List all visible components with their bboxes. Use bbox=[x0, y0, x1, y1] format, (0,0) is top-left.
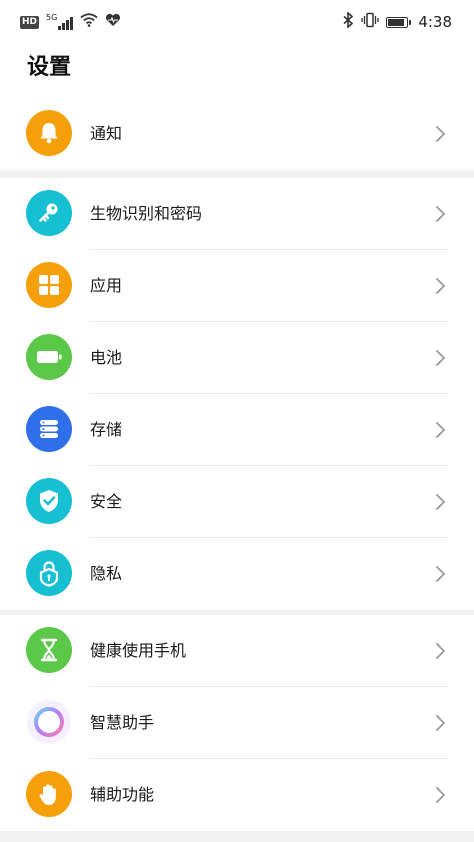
chevron-right-icon bbox=[432, 493, 448, 511]
settings-item-label: 通知 bbox=[90, 124, 123, 143]
settings-item[interactable]: 安全 bbox=[0, 466, 474, 538]
settings-item[interactable]: 生物识别和密码 bbox=[0, 178, 474, 250]
settings-item[interactable]: 智慧助手 bbox=[0, 687, 474, 759]
settings-item-label: 安全 bbox=[90, 492, 123, 511]
settings-item-label: 辅助功能 bbox=[90, 785, 155, 804]
settings-group: 健康使用手机 智慧助手辅助功能 bbox=[0, 615, 474, 831]
chevron-right-icon bbox=[432, 277, 448, 295]
settings-item[interactable]: 电池 bbox=[0, 322, 474, 394]
network-type-label: 5G bbox=[46, 13, 58, 22]
wifi-icon bbox=[80, 13, 98, 31]
settings-item[interactable]: 辅助功能 bbox=[0, 759, 474, 831]
privacy-lock-icon bbox=[26, 550, 72, 596]
chevron-right-icon bbox=[432, 205, 448, 223]
settings-item[interactable]: 存储 bbox=[0, 394, 474, 466]
settings-group: 生物识别和密码 应用电池存储安全隐私 bbox=[0, 178, 474, 610]
battery-status-icon bbox=[386, 16, 412, 28]
clock-time: 4:38 bbox=[418, 13, 452, 31]
health-heart-icon bbox=[105, 13, 121, 31]
settings-item[interactable]: 通知 bbox=[0, 98, 474, 170]
chevron-right-icon bbox=[432, 125, 448, 143]
settings-item-label: 智慧助手 bbox=[90, 713, 155, 732]
settings-item-label: 健康使用手机 bbox=[90, 641, 187, 660]
settings-item-label: 电池 bbox=[90, 348, 123, 367]
chevron-right-icon bbox=[432, 421, 448, 439]
cellular-signal-icon: 5G bbox=[46, 13, 74, 30]
storage-icon bbox=[26, 406, 72, 452]
settings-item[interactable]: 隐私 bbox=[0, 538, 474, 610]
status-bar: HD 5G 4:38 bbox=[0, 0, 474, 44]
status-bar-right: 4:38 bbox=[343, 11, 452, 32]
hourglass-icon bbox=[26, 627, 72, 673]
bluetooth-icon bbox=[343, 11, 354, 32]
group-separator bbox=[0, 831, 474, 842]
bell-icon bbox=[26, 110, 72, 156]
chevron-right-icon bbox=[432, 714, 448, 732]
chevron-right-icon bbox=[432, 642, 448, 660]
page-title: 设置 bbox=[27, 55, 72, 80]
settings-item-label: 存储 bbox=[90, 420, 123, 439]
chevron-right-icon bbox=[432, 786, 448, 804]
settings-item[interactable]: 应用 bbox=[0, 250, 474, 322]
chevron-right-icon bbox=[432, 565, 448, 583]
vibrate-icon bbox=[361, 12, 379, 32]
chevron-right-icon bbox=[432, 349, 448, 367]
hd-badge: HD bbox=[20, 15, 40, 29]
hand-icon bbox=[26, 771, 72, 817]
settings-group: 通知 bbox=[0, 98, 474, 170]
settings-item-label: 隐私 bbox=[90, 564, 123, 583]
settings-item-label: 生物识别和密码 bbox=[90, 204, 203, 223]
assistant-ring-icon bbox=[26, 699, 72, 745]
group-separator bbox=[0, 170, 474, 178]
key-icon bbox=[26, 190, 72, 236]
settings-item-label: 应用 bbox=[90, 276, 123, 295]
status-bar-left: HD 5G bbox=[20, 13, 121, 31]
apps-grid-icon bbox=[26, 262, 72, 308]
battery-icon bbox=[26, 334, 72, 380]
settings-item[interactable]: 健康使用手机 bbox=[0, 615, 474, 687]
shield-check-icon bbox=[26, 478, 72, 524]
